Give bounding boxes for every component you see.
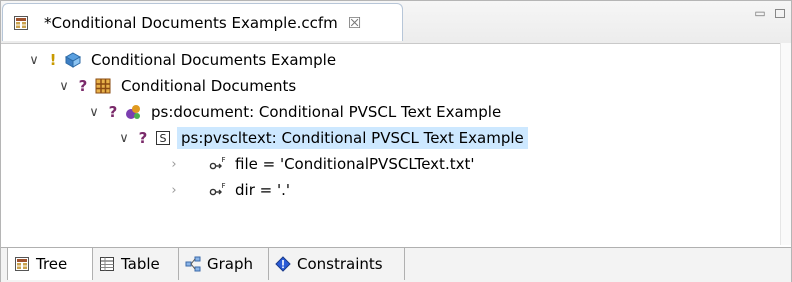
model-icon [64, 52, 82, 68]
maximize-icon[interactable] [775, 9, 785, 18]
editor-tab-bar: *Conditional Documents Example.ccfm ☒ ▭ [1, 1, 791, 44]
chevron-down-icon[interactable]: ∨ [117, 131, 131, 146]
tree-view-icon [14, 256, 30, 272]
tree-row[interactable]: › F file = 'ConditionalPVSCLText.txt' [167, 151, 478, 177]
chevron-right-icon[interactable]: › [167, 157, 181, 172]
tree-row-selected[interactable]: ∨ ? S ps:pvscltext: Conditional PVSCL Te… [117, 125, 528, 151]
tree-node-label: Conditional Documents Example [91, 51, 337, 69]
feature-tree: ∨ ! Conditional Documents Example ∨ ? Co… [1, 43, 781, 245]
graph-icon [185, 256, 201, 272]
tab-label: Constraints [297, 255, 383, 273]
optional-flag-icon: ? [138, 129, 148, 147]
svg-text:F: F [222, 156, 226, 164]
constraint-diamond-icon [275, 256, 291, 272]
tree-node-label: ps:document: Conditional PVSCL Text Exam… [151, 103, 502, 121]
component-icon [125, 104, 141, 120]
minimize-icon[interactable]: ▭ [753, 7, 767, 19]
window-controls: ▭ [753, 7, 785, 19]
ccfm-file-icon [13, 15, 29, 31]
chevron-right-icon[interactable]: › [167, 183, 181, 198]
editor-tab-title: *Conditional Documents Example.ccfm [44, 13, 338, 32]
editor-tab[interactable]: *Conditional Documents Example.ccfm ☒ [2, 3, 403, 41]
tree-row[interactable]: ∨ ? Conditional Documents [57, 73, 300, 99]
chevron-down-icon[interactable]: ∨ [27, 53, 41, 68]
editor-window: *Conditional Documents Example.ccfm ☒ ▭ … [0, 0, 792, 282]
mandatory-flag-icon: ! [49, 51, 57, 69]
svg-text:F: F [222, 182, 226, 190]
tree-row[interactable]: › F dir = '.' [167, 177, 294, 203]
tree-node-label: ps:pvscltext: Conditional PVSCL Text Exa… [177, 127, 528, 149]
chevron-down-icon[interactable]: ∨ [57, 79, 71, 94]
bottom-tab-bar: Tree Table Graph Constraints [1, 247, 791, 282]
optional-flag-icon: ? [78, 77, 88, 95]
tree-node-label: dir = '.' [235, 181, 290, 199]
close-icon[interactable]: ☒ [348, 14, 361, 32]
tree-node-label: Conditional Documents [121, 77, 297, 95]
attribute-f-icon: F [209, 156, 226, 172]
tab-tree[interactable]: Tree [7, 248, 93, 280]
grid-icon [95, 78, 111, 94]
tab-table[interactable]: Table [93, 248, 179, 280]
tab-constraints[interactable]: Constraints [269, 248, 405, 280]
tree-row[interactable]: ∨ ? ps:document: Conditional PVSCL Text … [87, 99, 505, 125]
tab-graph[interactable]: Graph [179, 248, 269, 280]
chevron-down-icon[interactable]: ∨ [87, 105, 101, 120]
tab-label: Table [121, 255, 160, 273]
tab-label: Graph [207, 255, 254, 273]
svg-text:S: S [160, 132, 167, 145]
s-icon: S [155, 130, 171, 146]
tree-row[interactable]: ∨ ! Conditional Documents Example [27, 47, 340, 73]
tab-label: Tree [36, 255, 68, 273]
table-icon [99, 256, 115, 272]
attribute-f-icon: F [209, 182, 226, 198]
optional-flag-icon: ? [108, 103, 118, 121]
vertical-scrollbar[interactable] [780, 43, 791, 245]
tree-node-label: file = 'ConditionalPVSCLText.txt' [235, 155, 475, 173]
